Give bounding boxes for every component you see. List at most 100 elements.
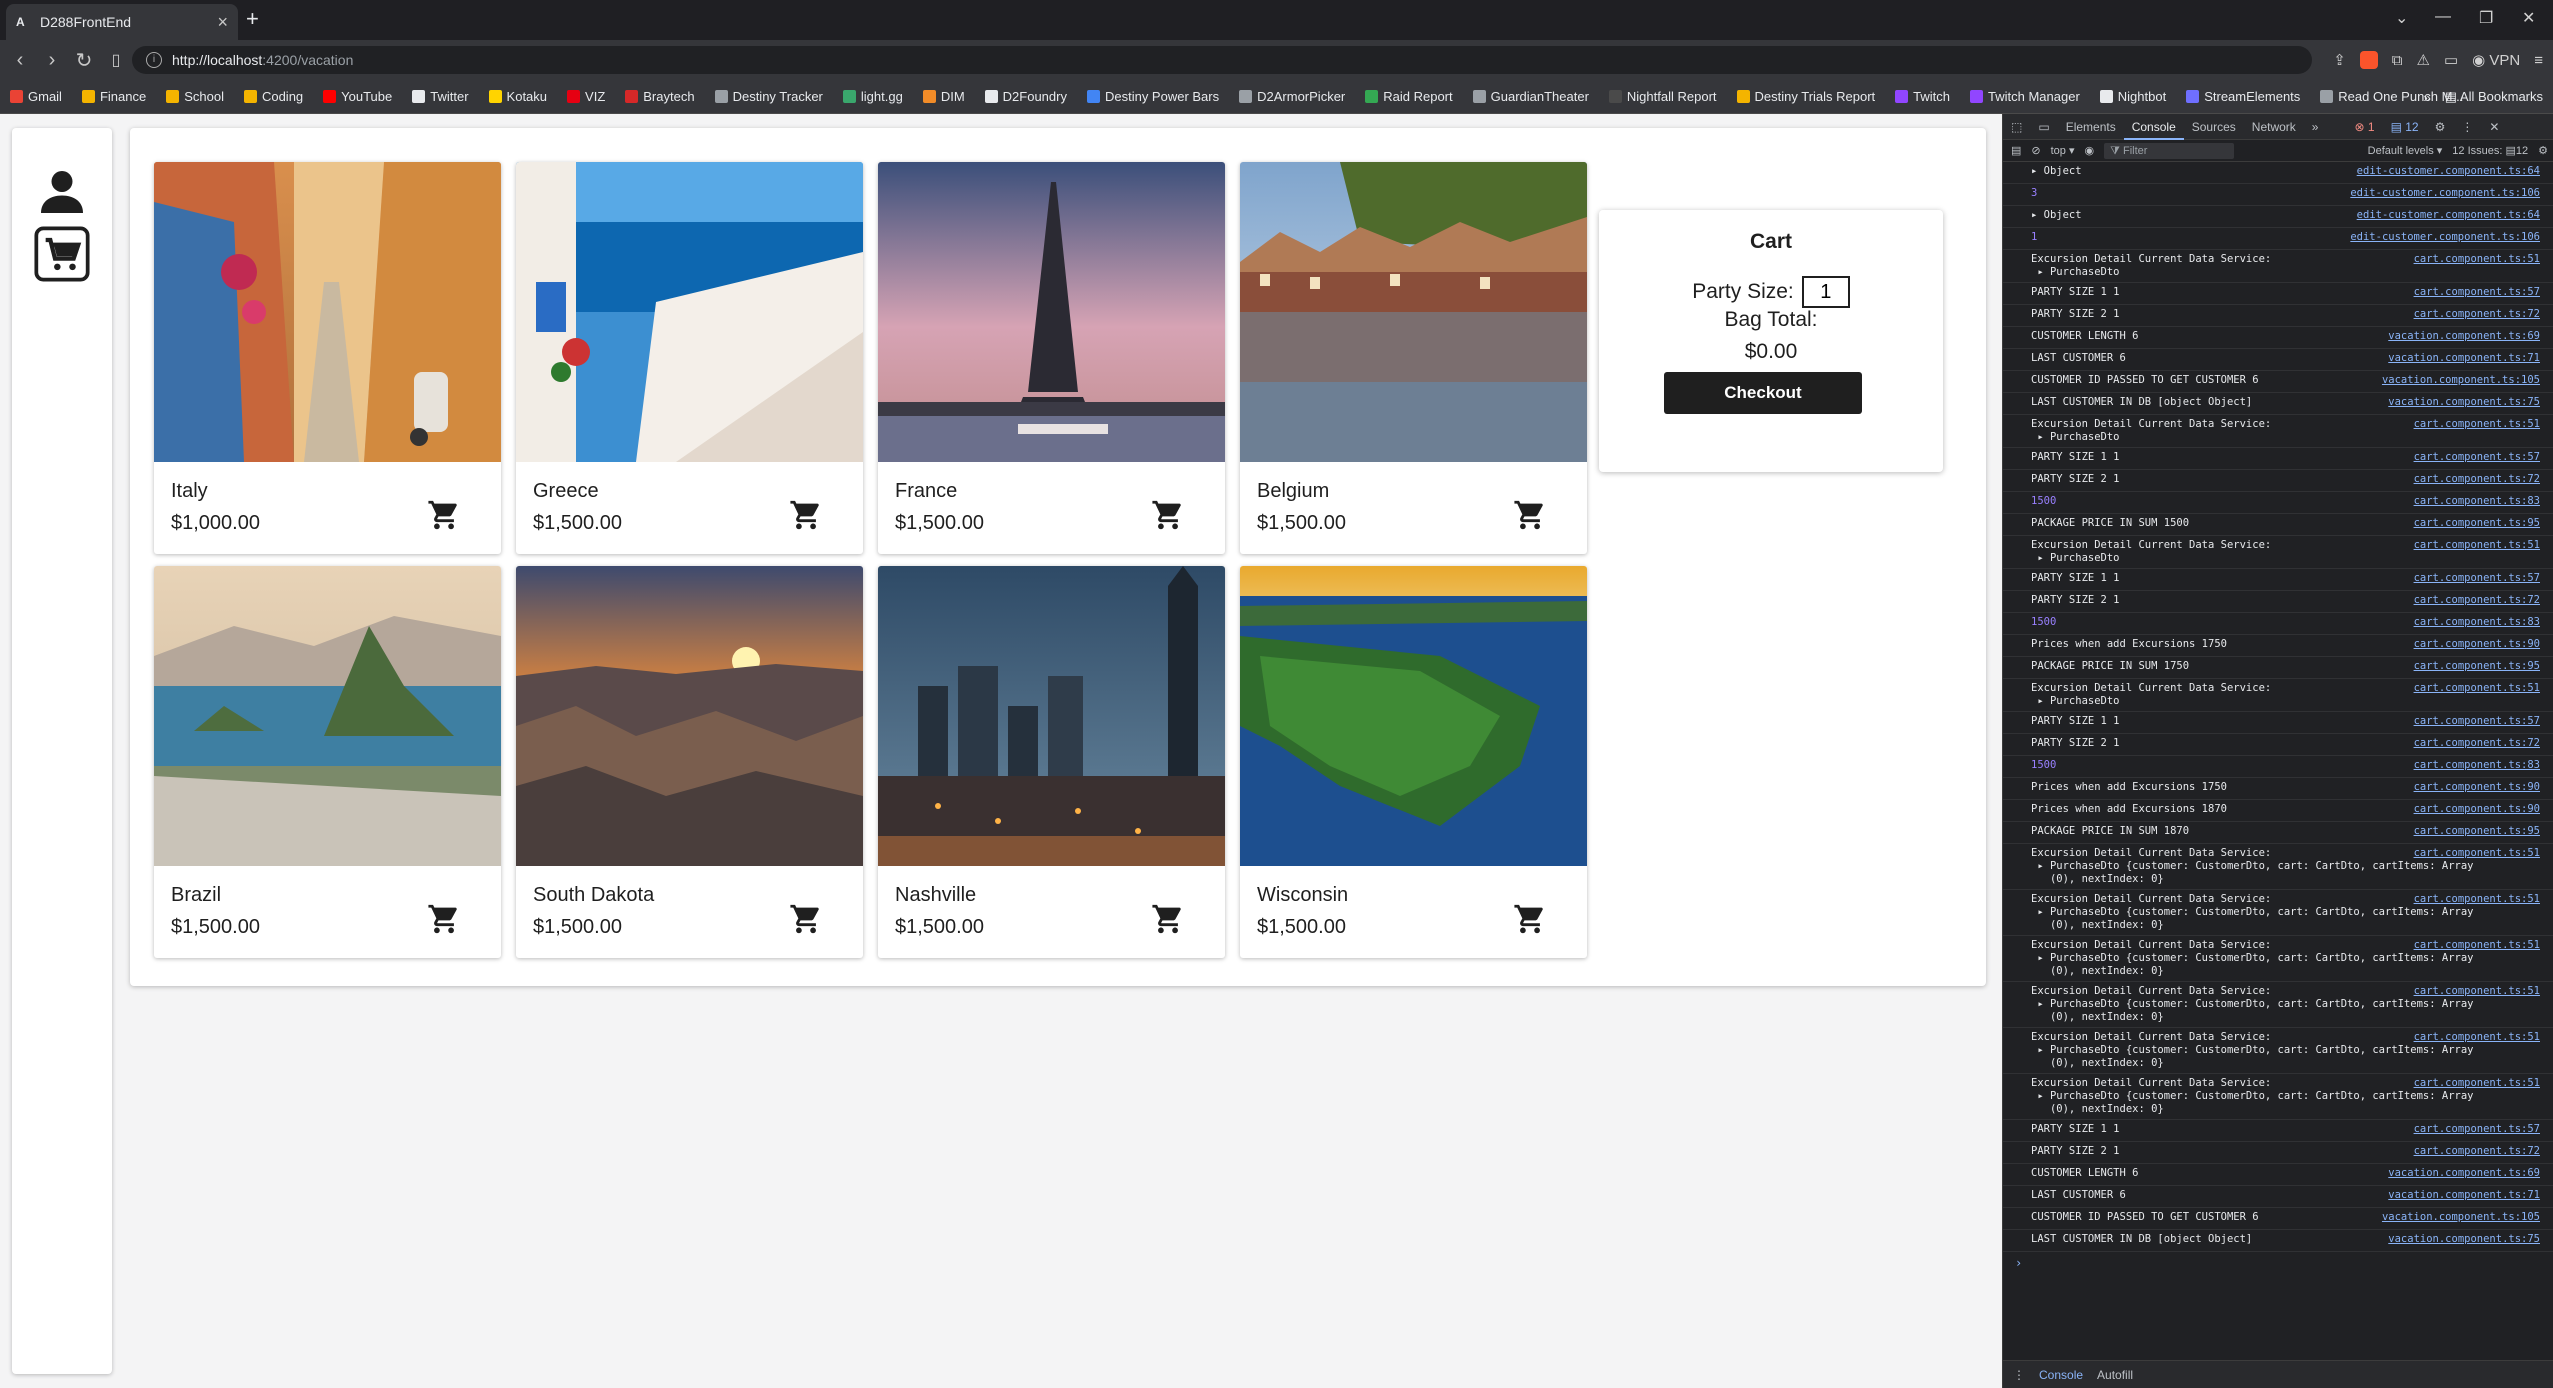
console-message[interactable]: Excursion Detail Current Data Service: ▸… — [2003, 936, 2553, 982]
console-message[interactable]: PARTY SIZE 1 1 cart.component.ts:57 — [2003, 1120, 2553, 1142]
console-source-link[interactable]: edit-customer.component.ts:106 — [2350, 187, 2540, 200]
bookmark-item[interactable]: Kotaku — [488, 89, 547, 104]
menu-icon[interactable]: ≡ — [2534, 52, 2543, 69]
console-source-link[interactable]: cart.component.ts:51 — [2414, 1031, 2540, 1044]
device-toolbar-icon[interactable]: ▭ — [2030, 114, 2057, 140]
console-source-link[interactable]: cart.component.ts:90 — [2414, 803, 2540, 816]
console-source-link[interactable]: edit-customer.component.ts:64 — [2357, 209, 2540, 222]
console-message[interactable]: Prices when add Excursions 1870 cart.comp… — [2003, 800, 2553, 822]
console-settings-icon[interactable]: ⚙ — [2538, 144, 2553, 157]
vacation-card[interactable]: Greece $1,500.00 — [516, 162, 863, 554]
console-message[interactable]: Excursion Detail Current Data Service: ▸… — [2003, 982, 2553, 1028]
console-source-link[interactable]: cart.component.ts:57 — [2414, 715, 2540, 728]
console-source-link[interactable]: cart.component.ts:83 — [2414, 495, 2540, 508]
minimize-icon[interactable]: — — [2435, 8, 2451, 26]
vacation-image[interactable] — [154, 566, 501, 866]
bookmark-item[interactable]: Twitch Manager — [1970, 89, 2080, 104]
console-message[interactable]: PARTY SIZE 2 1 cart.component.ts:72 — [2003, 591, 2553, 613]
console-source-link[interactable]: cart.component.ts:90 — [2414, 638, 2540, 651]
add-to-cart-icon[interactable] — [427, 902, 461, 936]
console-source-link[interactable]: cart.component.ts:95 — [2414, 660, 2540, 673]
add-to-cart-icon[interactable] — [789, 498, 823, 532]
all-bookmarks-button[interactable]: ▤ All Bookmarks — [2445, 89, 2543, 105]
console-source-link[interactable]: edit-customer.component.ts:106 — [2350, 231, 2540, 244]
add-to-cart-icon[interactable] — [1151, 498, 1185, 532]
console-source-link[interactable]: vacation.component.ts:71 — [2388, 352, 2540, 365]
console-message[interactable]: CUSTOMER LENGTH 6 vacation.component.ts:6… — [2003, 1164, 2553, 1186]
console-message[interactable]: Excursion Detail Current Data Service: ▸… — [2003, 844, 2553, 890]
bookmark-item[interactable]: D2ArmorPicker — [1239, 89, 1345, 104]
bookmark-item[interactable]: Destiny Tracker — [714, 89, 823, 104]
console-message[interactable]: Excursion Detail Current Data Service: ▸… — [2003, 890, 2553, 936]
restore-icon[interactable]: ❐ — [2479, 8, 2493, 28]
console-message[interactable]: Excursion Detail Current Data Service: ▸… — [2003, 415, 2553, 448]
vacation-card[interactable]: Brazil $1,500.00 — [154, 566, 501, 958]
vacation-card[interactable]: Wisconsin $1,500.00 — [1240, 566, 1587, 958]
console-message[interactable]: Prices when add Excursions 1750 cart.comp… — [2003, 778, 2553, 800]
console-message[interactable]: PARTY SIZE 1 1 cart.component.ts:57 — [2003, 448, 2553, 470]
console-message[interactable]: Excursion Detail Current Data Service: ▸… — [2003, 536, 2553, 569]
close-devtools-icon[interactable]: ✕ — [2481, 114, 2507, 140]
vacation-image[interactable] — [878, 162, 1225, 462]
console-message[interactable]: PARTY SIZE 1 1 cart.component.ts:57 — [2003, 569, 2553, 591]
browser-tab[interactable]: A D288FrontEnd × — [6, 4, 238, 40]
console-message[interactable]: Excursion Detail Current Data Service: ▸… — [2003, 679, 2553, 712]
tab-elements[interactable]: Elements — [2058, 114, 2124, 140]
console-message[interactable]: 1500 cart.component.ts:83 — [2003, 613, 2553, 635]
console-source-link[interactable]: vacation.component.ts:71 — [2388, 1189, 2540, 1202]
bookmark-item[interactable]: Destiny Trials Report — [1736, 89, 1875, 104]
forward-icon[interactable]: › — [36, 49, 68, 72]
levels-select[interactable]: Default levels ▾ — [2368, 144, 2443, 157]
tab-sources[interactable]: Sources — [2184, 114, 2244, 140]
sidebar-toggle-icon[interactable]: ▤ — [2011, 144, 2021, 157]
tab-console[interactable]: Console — [2123, 114, 2184, 140]
drawer-tab-console[interactable]: Console — [2039, 1368, 2083, 1382]
console-message[interactable]: PARTY SIZE 1 1 cart.component.ts:57 — [2003, 283, 2553, 305]
kebab-menu-icon[interactable]: ⋮ — [2453, 114, 2481, 140]
console-source-link[interactable]: cart.component.ts:57 — [2414, 1123, 2540, 1136]
console-message[interactable]: PACKAGE PRICE IN SUM 1500 cart.component.… — [2003, 514, 2553, 536]
console-source-link[interactable]: vacation.component.ts:69 — [2388, 1167, 2540, 1180]
console-message[interactable]: 1 edit-customer.component.ts:106 — [2003, 228, 2553, 250]
bookmark-item[interactable]: StreamElements — [2186, 89, 2300, 104]
console-source-link[interactable]: vacation.component.ts:75 — [2388, 1233, 2540, 1246]
console-source-link[interactable]: cart.component.ts:72 — [2414, 473, 2540, 486]
more-tabs-icon[interactable]: » — [2304, 114, 2327, 140]
add-to-cart-icon[interactable] — [427, 498, 461, 532]
console-source-link[interactable]: cart.component.ts:51 — [2414, 253, 2540, 266]
new-tab-icon[interactable]: + — [246, 6, 259, 32]
add-to-cart-icon[interactable] — [1151, 902, 1185, 936]
console-message[interactable]: PARTY SIZE 2 1 cart.component.ts:72 — [2003, 1142, 2553, 1164]
bookmark-item[interactable]: Destiny Power Bars — [1086, 89, 1219, 104]
vacation-card[interactable]: Belgium $1,500.00 — [1240, 162, 1587, 554]
bookmark-item[interactable]: Finance — [81, 89, 146, 104]
console-message[interactable]: CUSTOMER ID PASSED TO GET CUSTOMER 6 vaca… — [2003, 371, 2553, 393]
vacation-card[interactable]: Nashville $1,500.00 — [878, 566, 1225, 958]
bookmark-item[interactable]: Raid Report — [1365, 89, 1453, 104]
console-message[interactable]: PARTY SIZE 2 1 cart.component.ts:72 — [2003, 734, 2553, 756]
console-message[interactable]: LAST CUSTOMER 6 vacation.component.ts:71 — [2003, 349, 2553, 371]
extensions-icon[interactable]: ⧉ — [2392, 52, 2403, 69]
console-source-link[interactable]: cart.component.ts:51 — [2414, 893, 2540, 906]
bookmark-item[interactable]: light.gg — [842, 89, 903, 104]
console-source-link[interactable]: cart.component.ts:83 — [2414, 759, 2540, 772]
console-message[interactable]: PACKAGE PRICE IN SUM 1750 cart.component.… — [2003, 657, 2553, 679]
issues-button[interactable]: 12 Issues: ▤12 — [2452, 144, 2528, 157]
shopping-cart-icon[interactable] — [34, 226, 90, 282]
person-icon[interactable] — [34, 164, 90, 220]
console-source-link[interactable]: cart.component.ts:72 — [2414, 737, 2540, 750]
brave-shields-icon[interactable] — [2359, 51, 2378, 69]
console-prompt[interactable]: › — [2003, 1252, 2553, 1274]
bookmark-item[interactable]: YouTube — [323, 89, 392, 104]
console-message[interactable]: 3 edit-customer.component.ts:106 — [2003, 184, 2553, 206]
bookmark-item[interactable]: Twitch — [1895, 89, 1950, 104]
vacation-image[interactable] — [1240, 566, 1587, 866]
inspect-icon[interactable]: ⬚ — [2003, 114, 2030, 140]
console-message[interactable]: Excursion Detail Current Data Service: ▸… — [2003, 250, 2553, 283]
console-source-link[interactable]: cart.component.ts:51 — [2414, 418, 2540, 431]
vacation-image[interactable] — [878, 566, 1225, 866]
back-icon[interactable]: ‹ — [4, 49, 36, 72]
console-message[interactable]: 1500 cart.component.ts:83 — [2003, 756, 2553, 778]
vacation-card[interactable]: France $1,500.00 — [878, 162, 1225, 554]
console-source-link[interactable]: cart.component.ts:51 — [2414, 847, 2540, 860]
